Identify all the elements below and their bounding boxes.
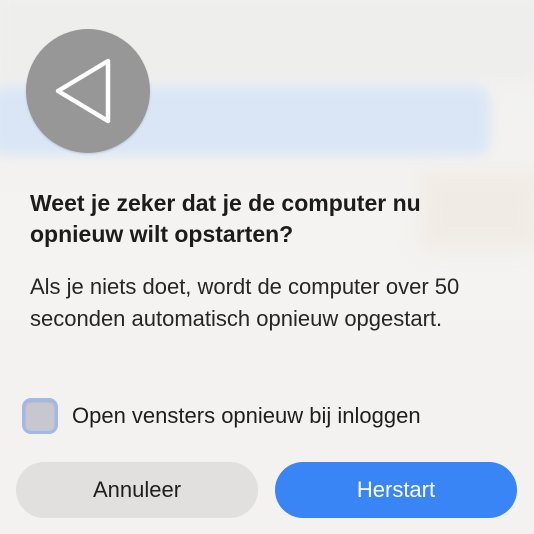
reopen-windows-option[interactable]: Open vensters opnieuw bij inloggen <box>22 396 421 436</box>
dialog-message: Als je niets doet, wordt de computer ove… <box>30 274 460 331</box>
reopen-windows-label[interactable]: Open vensters opnieuw bij inloggen <box>72 403 421 429</box>
restart-dialog: Weet je zeker dat je de computer nu opni… <box>0 0 534 534</box>
back-triangle-icon <box>26 29 150 153</box>
restart-button[interactable]: Herstart <box>275 462 517 518</box>
reopen-windows-checkbox[interactable] <box>22 398 58 434</box>
cancel-button[interactable]: Annuleer <box>16 462 258 518</box>
dialog-title: Weet je zeker dat je de computer nu opni… <box>30 190 421 247</box>
